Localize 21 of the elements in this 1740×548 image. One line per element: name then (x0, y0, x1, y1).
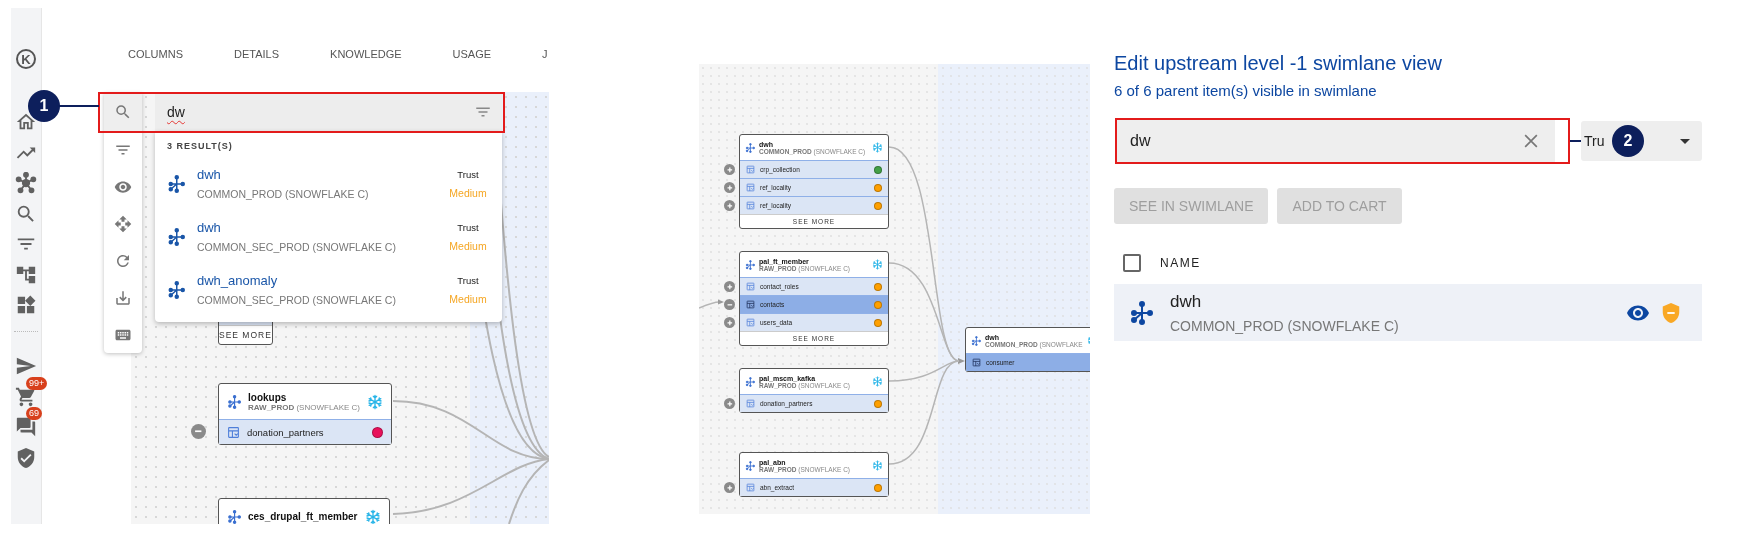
trust-label: Trust (457, 168, 479, 180)
result-source: COMMON_SEC_PROD (SNOWFLAKE C) (197, 294, 397, 306)
item-name: dwh (1170, 291, 1203, 312)
panel-title: Edit upstream level -1 swimlane view (1114, 52, 1443, 75)
trust-label: Trust (457, 274, 479, 286)
trust-value: Medium (449, 292, 487, 305)
node-source: RAW_PROD (SNOWFLAKE C) (248, 402, 360, 412)
trust-label: Trust (457, 221, 479, 233)
count-badge: 99+ (26, 376, 48, 390)
callout-marker: 1 (28, 90, 60, 122)
result-source: COMMON_PROD (SNOWFLAKE C) (197, 188, 370, 200)
trust-value: Medium (449, 186, 487, 199)
node-title: ces_drupal_ft_member (248, 511, 358, 522)
result-count: 3 RESULT(S) (167, 141, 234, 151)
column-header: NAME (1160, 256, 1201, 270)
node-title: lookups (248, 391, 287, 403)
item-source: COMMON_PROD (SNOWFLAKE C) (1170, 317, 1400, 334)
count-badge: 69 (26, 407, 42, 420)
trust-value: Medium (449, 239, 487, 252)
panel-subtitle: 6 of 6 parent item(s) visible in swimlane (1114, 82, 1378, 99)
result-source: COMMON_SEC_PROD (SNOWFLAKE C) (197, 241, 397, 253)
